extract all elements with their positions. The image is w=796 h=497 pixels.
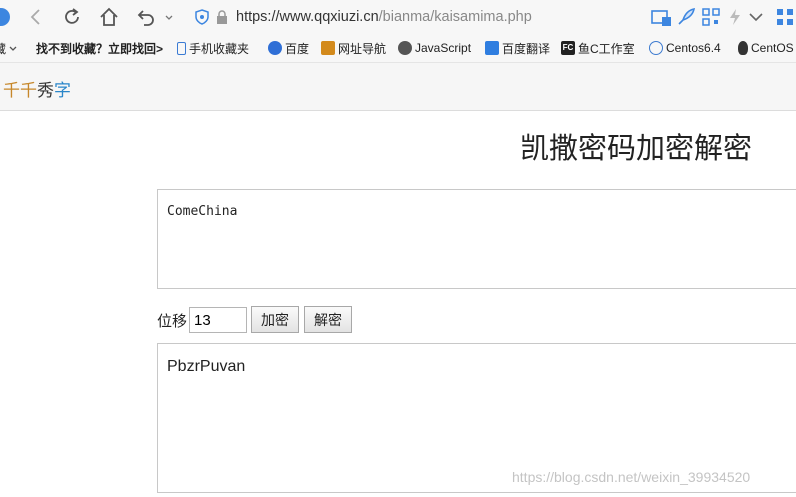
url-path: /bianma/kaisamima.php (378, 9, 532, 25)
translate-icon (485, 41, 499, 55)
browser-toolbar: https://www.qqxiuzi.cn/bianma/kaisamima.… (0, 0, 796, 34)
browser-logo-icon[interactable] (0, 6, 12, 28)
bookmark-translate[interactable]: 百度翻译 (485, 39, 550, 57)
bookmark-label: Centos6.4 (666, 41, 721, 55)
bookmark-label: 手机收藏夹 (189, 41, 250, 56)
shift-label: 位移 (157, 312, 188, 330)
bookmark-label: 网址导航 (338, 41, 387, 56)
bookmark-label: 找不到收藏？立即找回> (36, 41, 164, 56)
bookmark-fishc[interactable]: FC 鱼C工作室 (561, 39, 635, 57)
qr-code-icon[interactable] (700, 6, 722, 28)
lock-icon[interactable] (214, 9, 230, 25)
bookmark-label: 鱼C工作室 (578, 41, 635, 56)
fc-icon: FC (561, 41, 575, 55)
tab-count-icon[interactable] (650, 6, 672, 28)
bookmark-label: 百度 (285, 41, 310, 56)
plaintext-input[interactable]: ComeChina (157, 189, 796, 289)
logo-char: 千 (20, 81, 37, 101)
grid-apps-icon[interactable] (774, 6, 796, 28)
address-bar[interactable]: https://www.qqxiuzi.cn/bianma/kaisamima.… (236, 4, 688, 30)
bookmark-centos64[interactable]: Centos6.4 (649, 39, 721, 57)
bookmark-javascript[interactable]: JavaScript (398, 39, 471, 57)
page-title: 凯撒密码加密解密 (520, 131, 753, 165)
bookmark-partial-label: 藏 (0, 41, 7, 56)
bookmark-label: CentOS (751, 41, 794, 55)
site-header: 千千秀字 (0, 63, 796, 111)
bookmark-nav[interactable]: 网址导航 (321, 39, 386, 57)
bookmark-mobile[interactable]: 手机收藏夹 (177, 39, 249, 57)
watermark: https://blog.csdn.net/weixin_39934520 (512, 469, 751, 485)
centos-icon (649, 41, 663, 55)
phone-icon (177, 41, 186, 55)
logo-char: 字 (54, 81, 71, 101)
encrypt-button[interactable]: 加密 (251, 306, 299, 333)
bookmark-label: JavaScript (415, 41, 472, 55)
baidu-paw-icon (268, 41, 282, 55)
undo-dropdown-icon[interactable] (158, 6, 173, 28)
bookmark-recover[interactable]: 找不到收藏？立即找回> (36, 39, 163, 57)
bookmark-label: 百度翻译 (502, 41, 551, 56)
site-logo[interactable]: 千千秀字 (3, 76, 71, 101)
bookmark-baidu[interactable]: 百度 (268, 39, 309, 57)
undo-icon[interactable] (135, 6, 157, 28)
logo-char: 秀 (37, 81, 54, 101)
flash-icon[interactable] (724, 6, 746, 28)
chevron-down-icon[interactable] (745, 6, 767, 28)
bookmark-partial[interactable]: 藏 (0, 39, 18, 57)
shift-input[interactable] (189, 307, 247, 333)
linux-penguin-icon (738, 41, 748, 55)
bookmarks-bar: 藏 找不到收藏？立即找回> 手机收藏夹 百度 网址导航 JavaScript 百… (0, 34, 796, 63)
decrypt-button[interactable]: 解密 (304, 306, 352, 333)
logo-char: 千 (3, 81, 20, 101)
js-icon (398, 41, 412, 55)
nav-icon (321, 41, 335, 55)
home-icon[interactable] (98, 6, 120, 28)
shield-icon[interactable] (194, 9, 210, 25)
caret-down-icon (9, 46, 17, 51)
back-icon[interactable] (25, 6, 47, 28)
bookmark-centos[interactable]: CentOS (738, 39, 794, 57)
url-host: https://www.qqxiuzi.cn (236, 9, 379, 25)
rocket-icon[interactable] (675, 6, 697, 28)
reload-icon[interactable] (61, 6, 83, 28)
